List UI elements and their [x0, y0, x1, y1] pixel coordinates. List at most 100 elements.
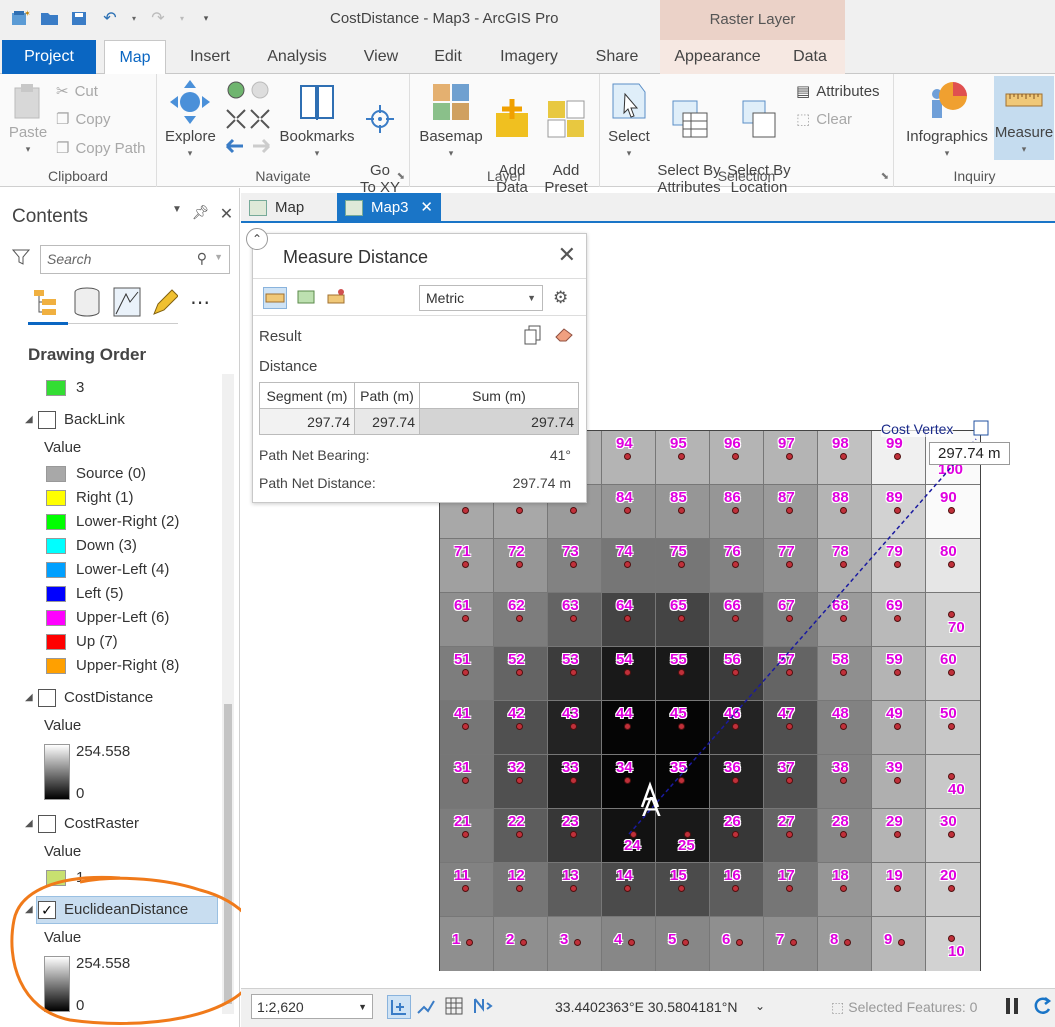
measure-feature-tool-icon[interactable]: [325, 287, 349, 309]
measure-area-tool-icon[interactable]: [295, 287, 319, 309]
select-icon: [612, 83, 646, 119]
legend-label: Right (1): [76, 489, 134, 506]
copy-button[interactable]: ❐ Copy: [56, 110, 110, 129]
tab-map-view[interactable]: Map: [241, 193, 333, 223]
tab-analysis[interactable]: Analysis: [255, 40, 339, 74]
tab-map3-view[interactable]: Map3 ✕: [337, 193, 441, 223]
tab-insert[interactable]: Insert: [176, 40, 244, 74]
more-views-icon[interactable]: ⋯: [190, 290, 210, 315]
redo-dropdown-icon[interactable]: ▾: [178, 8, 186, 28]
point-a-label: A: [642, 791, 661, 822]
cost-vertex-label: Cost Vertex: [881, 421, 954, 437]
tab-view[interactable]: View: [352, 40, 410, 74]
paste-button[interactable]: Paste ▾: [6, 82, 50, 158]
collapse-icon[interactable]: ◢: [25, 692, 33, 703]
layer-name-backlink[interactable]: BackLink: [64, 408, 125, 432]
layer-name-costdistance[interactable]: CostDistance: [64, 686, 153, 710]
layer-name-euclideandistance[interactable]: EuclideanDistance: [64, 898, 188, 922]
measure-button[interactable]: Measure ▾: [994, 76, 1054, 160]
scrollbar-thumb[interactable]: [224, 704, 232, 1004]
data-source-view-icon[interactable]: [72, 286, 102, 318]
search-options-icon[interactable]: ▼: [214, 252, 223, 262]
bookmarks-button[interactable]: Bookmarks ▾: [277, 80, 357, 162]
tab-share[interactable]: Share: [584, 40, 650, 74]
coordinate-format-chevron-icon[interactable]: ⌄: [755, 999, 765, 1013]
attributes-button[interactable]: ▤ Attributes: [796, 82, 880, 101]
search-icon[interactable]: ⚲: [197, 250, 207, 267]
selection-launcher-icon[interactable]: ⬊: [881, 171, 889, 182]
cut-button[interactable]: ✂ Cut: [56, 82, 98, 101]
close-icon[interactable]: ✕: [558, 242, 576, 268]
tab-edit[interactable]: Edit: [420, 40, 476, 74]
contents-title: Contents: [12, 206, 89, 227]
raster-layer-context-header: Raster Layer: [660, 0, 845, 40]
scale-dropdown[interactable]: 1:2,620 ▼: [251, 994, 373, 1019]
vertex-handle[interactable]: [973, 420, 989, 436]
tab-appearance[interactable]: Appearance: [660, 40, 775, 74]
tab-imagery[interactable]: Imagery: [488, 40, 570, 74]
filter-icon[interactable]: [11, 248, 31, 269]
collapse-icon[interactable]: ◢: [25, 414, 33, 425]
inquiry-group: Infographics ▾ Measure ▾ Inquiry: [894, 74, 1055, 187]
legend-swatch: [46, 514, 66, 530]
redo-icon[interactable]: ↷: [148, 8, 168, 28]
legend-value-header: Value: [44, 439, 82, 456]
copy-path-button[interactable]: ❐ Copy Path: [56, 139, 146, 158]
collapse-icon[interactable]: ◢: [25, 904, 33, 915]
ramp-high-label: 254.558: [76, 743, 131, 760]
navigate-launcher-icon[interactable]: ⬊: [397, 171, 405, 182]
copy-result-icon[interactable]: [524, 325, 542, 348]
save-project-icon[interactable]: [70, 8, 90, 28]
undo-icon[interactable]: ↶: [100, 8, 120, 28]
search-input[interactable]: Search ⚲ ▼: [40, 245, 230, 274]
go-to-xy-icon: [366, 105, 394, 133]
units-dropdown[interactable]: Metric ▼: [419, 285, 543, 311]
tab-project[interactable]: Project: [2, 40, 96, 74]
gear-icon[interactable]: ⚙: [553, 288, 568, 308]
layer-group-label: Layer: [486, 168, 523, 184]
map-view-tabs: Map Map3 ✕: [241, 193, 1055, 223]
contents-scrollbar[interactable]: [222, 374, 234, 1014]
pane-options-icon[interactable]: ▼: [172, 204, 182, 224]
refresh-icon[interactable]: [1031, 995, 1055, 1019]
select-by-attributes-icon: [672, 100, 708, 138]
layer-name-costraster[interactable]: CostRaster: [64, 812, 139, 836]
tab-map[interactable]: Map: [104, 40, 166, 75]
measure-distance-tool-icon[interactable]: [263, 287, 287, 309]
layer-visibility-checkbox[interactable]: [38, 815, 56, 833]
close-pane-icon[interactable]: ✕: [220, 204, 233, 224]
pin-icon[interactable]: 📌︎: [192, 204, 210, 224]
close-tab-icon[interactable]: ✕: [420, 193, 433, 223]
grid-icon[interactable]: [443, 995, 467, 1019]
clear-result-icon[interactable]: [554, 325, 574, 348]
collapse-icon[interactable]: ◢: [25, 818, 33, 829]
new-project-icon[interactable]: ✶: [10, 8, 30, 28]
select-button[interactable]: Select ▾: [606, 80, 652, 162]
collapse-dialog-icon[interactable]: ⌃: [246, 228, 268, 250]
layer-visibility-checkbox[interactable]: [38, 689, 56, 707]
snapping-icon[interactable]: [415, 995, 439, 1019]
navigation-toggle-icon[interactable]: [471, 995, 495, 1019]
infographics-button[interactable]: Infographics ▾: [902, 80, 992, 162]
table-row: 297.74 297.74 297.74: [259, 408, 579, 435]
undo-dropdown-icon[interactable]: ▾: [130, 8, 138, 28]
legend-label: Source (0): [76, 465, 147, 482]
paste-dropdown-icon: ▾: [25, 144, 31, 154]
selection-view-icon[interactable]: [112, 286, 142, 318]
tab-data[interactable]: Data: [775, 40, 845, 74]
pause-drawing-icon[interactable]: [1001, 995, 1025, 1019]
drawing-order-view-icon[interactable]: [32, 288, 62, 318]
editing-view-icon[interactable]: [150, 286, 178, 318]
clear-selection-button[interactable]: ⬚ Clear: [796, 110, 852, 129]
basemap-button[interactable]: Basemap ▾: [418, 80, 484, 162]
legend-swatch: [46, 870, 66, 886]
open-project-icon[interactable]: [40, 8, 60, 28]
layer-visibility-checkbox[interactable]: ✓: [38, 901, 56, 919]
selected-features-count[interactable]: ⬚ Selected Features: 0: [831, 999, 977, 1016]
explore-button[interactable]: Explore ▾: [165, 80, 216, 162]
window-title: CostDistance - Map3 - ArcGIS Pro: [330, 10, 559, 27]
layer-visibility-checkbox[interactable]: [38, 411, 56, 429]
customize-qat-icon[interactable]: ▾: [196, 8, 216, 28]
fixed-zoom-icon[interactable]: [387, 995, 411, 1019]
measure-distance-dialog: Measure Distance ✕ Metric ▼ ⚙ Result Dis…: [252, 233, 587, 503]
